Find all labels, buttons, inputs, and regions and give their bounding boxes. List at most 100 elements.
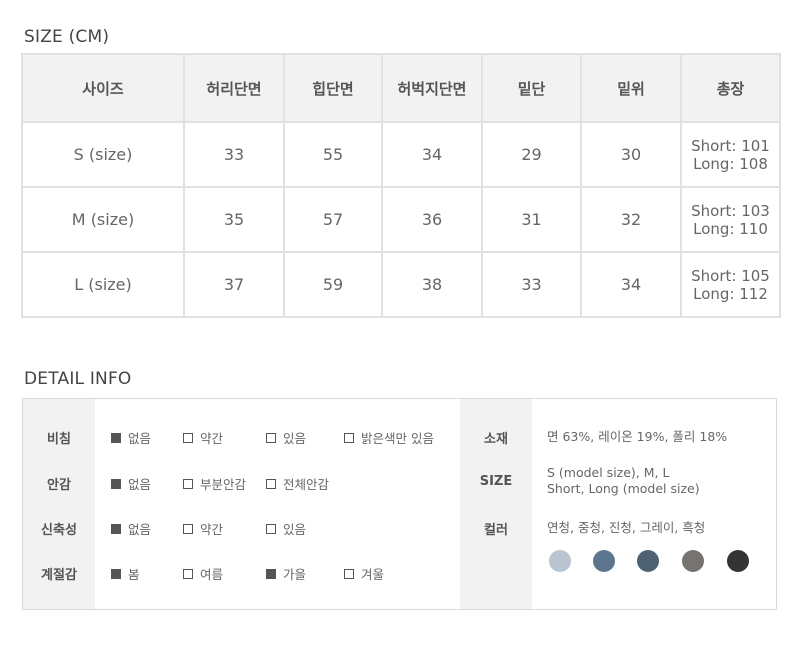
total-short: Short: 105: [691, 266, 770, 285]
material-label: 소재: [484, 432, 508, 447]
table-row: L (size) 37 59 38 33 34 Short: 105 Long:…: [21, 251, 781, 318]
option-label: 약간: [200, 522, 224, 537]
size-section-title: SIZE (CM): [24, 27, 110, 47]
detail-section-title: DETAIL INFO: [24, 369, 132, 389]
option-label: 봄: [128, 567, 140, 582]
transparency-option-none: 없음: [111, 428, 151, 447]
checkbox-checked-icon: [266, 568, 276, 579]
size-info-line1: S (model size), M, L: [547, 465, 670, 480]
option-label: 약간: [200, 431, 224, 446]
option-label: 전체안감: [283, 477, 330, 492]
checkbox-empty-icon: [266, 432, 276, 443]
waist-cell: 33: [183, 121, 285, 188]
total-long: Long: 112: [693, 284, 768, 303]
color-value: 연청, 중청, 진청, 그레이, 흑청: [547, 520, 706, 535]
total-length-cell: Short: 101 Long: 108: [680, 121, 781, 188]
size-cell: M (size): [21, 186, 185, 253]
size-cell: L (size): [21, 251, 185, 318]
rise-cell: 34: [580, 251, 682, 318]
lining-option-full: 전체안감: [266, 474, 329, 493]
option-label: 없음: [128, 477, 152, 492]
total-long: Long: 110: [693, 219, 768, 238]
waist-cell: 37: [183, 251, 285, 318]
checkbox-empty-icon: [266, 523, 276, 534]
table-row: M (size) 35 57 36 31 32 Short: 103 Long:…: [21, 186, 781, 253]
total-short: Short: 101: [691, 136, 770, 155]
checkbox-checked-icon: [111, 432, 121, 443]
season-option-summer: 여름: [183, 564, 223, 583]
total-length-cell: Short: 105 Long: 112: [680, 251, 781, 318]
color-swatch-black-denim: [727, 550, 749, 572]
transparency-option-light-colors: 밝은색만 있음: [344, 428, 434, 447]
option-label: 없음: [128, 431, 152, 446]
checkbox-empty-icon: [183, 432, 193, 443]
season-option-spring: 봄: [111, 564, 140, 583]
option-label: 밝은색만 있음: [361, 431, 434, 446]
size-cell: S (size): [21, 121, 185, 188]
rise-cell: 30: [580, 121, 682, 188]
stretch-label: 신축성: [41, 523, 77, 538]
color-swatch-light-denim: [549, 550, 571, 572]
size-table: 사이즈 허리단면 힙단면 허벅지단면 밑단 밑위 총장 S (size) 33 …: [21, 53, 781, 318]
header-hem: 밑단: [481, 53, 582, 123]
option-label: 있음: [283, 522, 307, 537]
transparency-option-slight: 약간: [183, 428, 223, 447]
size-table-header-row: 사이즈 허리단면 힙단면 허벅지단면 밑단 밑위 총장: [21, 53, 781, 123]
checkbox-checked-icon: [111, 523, 121, 534]
thigh-cell: 34: [381, 121, 483, 188]
lining-option-none: 없음: [111, 474, 151, 493]
transparency-option-yes: 있음: [266, 428, 306, 447]
color-label: 컬러: [484, 523, 508, 538]
thigh-cell: 36: [381, 186, 483, 253]
hip-cell: 59: [283, 251, 383, 318]
size-info-label: SIZE: [479, 474, 513, 489]
header-total-length: 총장: [680, 53, 781, 123]
checkbox-empty-icon: [344, 568, 354, 579]
option-label: 없음: [128, 522, 152, 537]
checkbox-checked-icon: [111, 478, 121, 489]
detail-info-box: 비침 없음 약간 있음 밝은색만 있음 안감 없음 부분안감 전체안감 신축성 …: [22, 398, 777, 610]
option-label: 있음: [283, 431, 307, 446]
header-rise: 밑위: [580, 53, 682, 123]
header-size: 사이즈: [21, 53, 185, 123]
season-option-autumn: 가을: [266, 564, 306, 583]
stretch-option-yes: 있음: [266, 519, 306, 538]
stretch-option-none: 없음: [111, 519, 151, 538]
checkbox-empty-icon: [344, 432, 354, 443]
option-label: 가을: [283, 567, 307, 582]
total-length-cell: Short: 103 Long: 110: [680, 186, 781, 253]
checkbox-empty-icon: [183, 568, 193, 579]
material-value: 면 63%, 레이온 19%, 폴리 18%: [547, 429, 728, 444]
stretch-option-slight: 약간: [183, 519, 223, 538]
transparency-label: 비침: [47, 432, 71, 447]
total-short: Short: 103: [691, 201, 770, 220]
rise-cell: 32: [580, 186, 682, 253]
header-hip: 힙단면: [283, 53, 383, 123]
color-swatch-mid-denim: [593, 550, 615, 572]
season-label: 계절감: [41, 568, 77, 583]
header-thigh: 허벅지단면: [381, 53, 483, 123]
header-waist: 허리단면: [183, 53, 285, 123]
size-info-line2: Short, Long (model size): [547, 481, 700, 496]
lining-label: 안감: [47, 478, 71, 493]
hem-cell: 31: [481, 186, 582, 253]
season-option-winter: 겨울: [344, 564, 384, 583]
option-label: 부분안감: [200, 477, 247, 492]
hem-cell: 33: [481, 251, 582, 318]
option-label: 겨울: [361, 567, 385, 582]
hem-cell: 29: [481, 121, 582, 188]
checkbox-checked-icon: [111, 568, 121, 579]
checkbox-empty-icon: [183, 523, 193, 534]
hip-cell: 57: [283, 186, 383, 253]
lining-option-partial: 부분안감: [183, 474, 246, 493]
checkbox-empty-icon: [266, 478, 276, 489]
thigh-cell: 38: [381, 251, 483, 318]
option-label: 여름: [200, 567, 224, 582]
table-row: S (size) 33 55 34 29 30 Short: 101 Long:…: [21, 121, 781, 188]
waist-cell: 35: [183, 186, 285, 253]
checkbox-empty-icon: [183, 478, 193, 489]
total-long: Long: 108: [693, 154, 768, 173]
hip-cell: 55: [283, 121, 383, 188]
color-swatch-dark-denim: [637, 550, 659, 572]
color-swatch-gray: [682, 550, 704, 572]
